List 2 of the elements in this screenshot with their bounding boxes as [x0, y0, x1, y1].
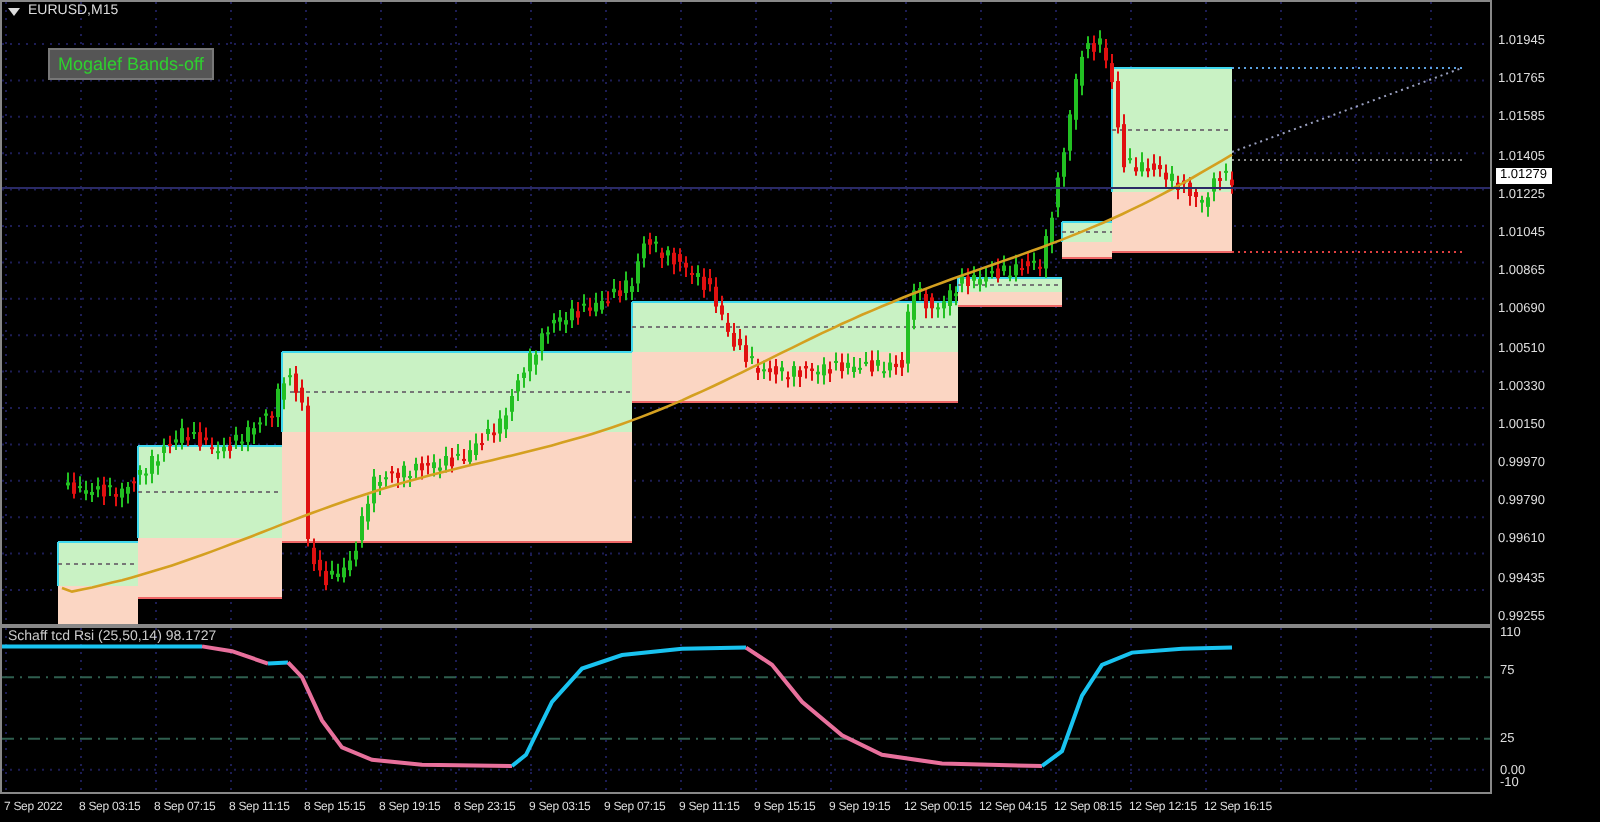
bands-toggle-button[interactable]: Mogalef Bands-off	[48, 48, 214, 80]
dropdown-triangle-icon[interactable]	[8, 7, 20, 15]
